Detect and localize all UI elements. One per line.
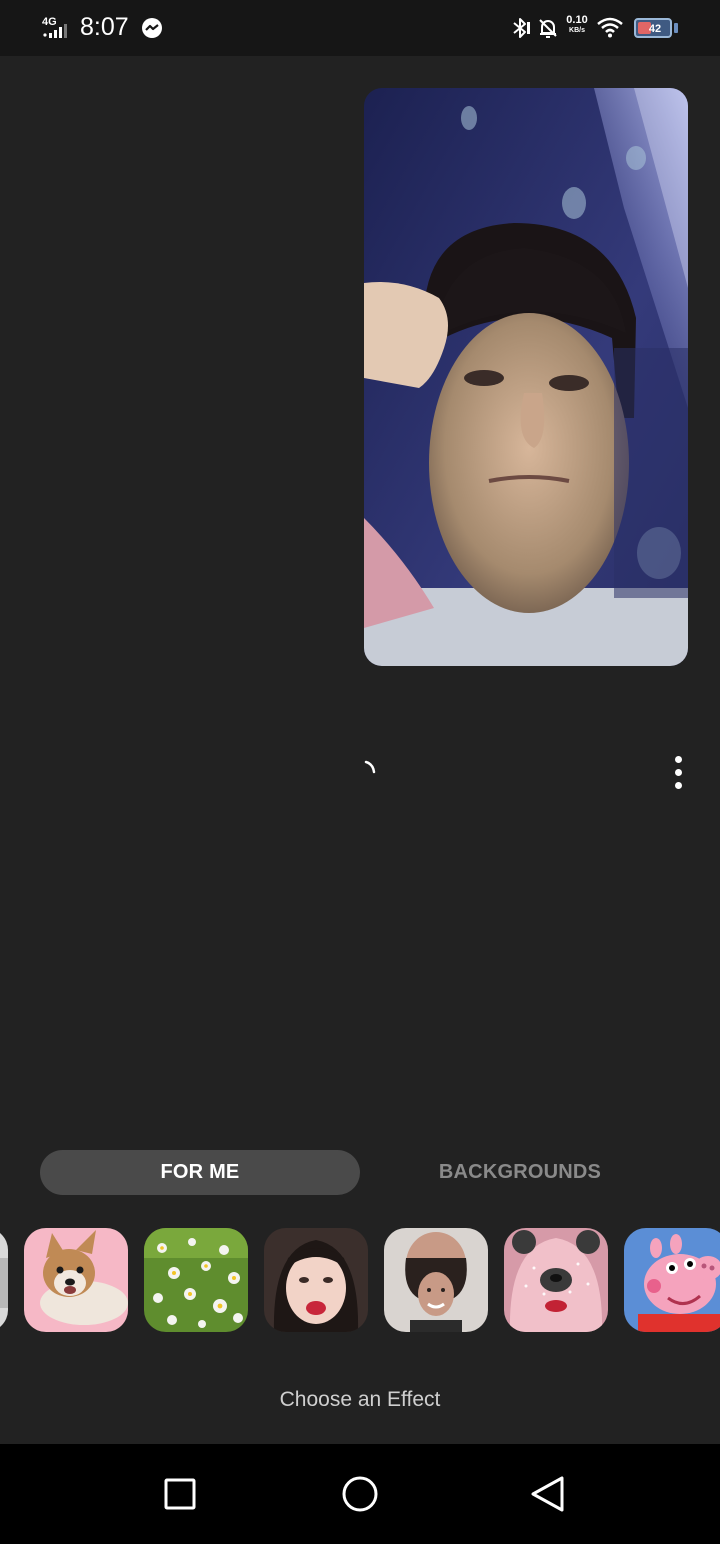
daisy-field-effect-icon [144, 1228, 248, 1332]
battery-body: 42 [634, 18, 672, 38]
network-speed-unit: KB/s [569, 27, 585, 34]
messenger-icon [142, 18, 162, 38]
more-dot-icon [674, 755, 682, 763]
battery-tip [674, 23, 678, 33]
sparkle-bear-effect-icon [504, 1228, 608, 1332]
effect-thumbnail[interactable] [0, 1228, 8, 1332]
cellular-signal: 4G [42, 16, 76, 40]
battery-icon: 42 [634, 18, 678, 38]
battery-level: 42 [648, 23, 662, 35]
effect-thumbnail[interactable] [24, 1228, 128, 1332]
peppa-pig-effect-icon [624, 1228, 720, 1332]
network-speed-value: 0.10 [566, 14, 588, 26]
effects-carousel[interactable] [0, 1228, 720, 1332]
more-dot-icon [674, 781, 682, 789]
recents-square-icon[interactable] [158, 1472, 202, 1516]
loading-spinner-icon [364, 760, 376, 774]
choose-effect-label: Choose an Effect [279, 1388, 441, 1411]
network-speed: 0.10 KB/s [563, 14, 591, 35]
effect-thumbnail[interactable] [264, 1228, 368, 1332]
signal-icon [43, 24, 67, 38]
big-head-effect-icon [384, 1228, 488, 1332]
effect-partial-icon [0, 1228, 8, 1332]
effect-thumbnail[interactable] [384, 1228, 488, 1332]
tab-for-me[interactable]: FOR ME [40, 1150, 360, 1195]
dog-effect-icon [24, 1228, 128, 1332]
wifi-icon [597, 17, 623, 38]
face-filter-effect-icon [264, 1228, 368, 1332]
home-circle-icon[interactable] [338, 1472, 382, 1516]
effect-thumbnail[interactable] [624, 1228, 720, 1332]
self-video-image [364, 88, 688, 666]
more-dot-icon [674, 768, 682, 776]
more-options-button[interactable] [664, 752, 692, 792]
system-navigation-bar [0, 1444, 720, 1544]
clock: 8:07 [80, 13, 129, 41]
back-triangle-icon[interactable] [526, 1472, 570, 1516]
status-bar: 4G 8:07 0.10 KB/s 42 [0, 0, 720, 56]
effect-thumbnail[interactable] [504, 1228, 608, 1332]
effect-thumbnail[interactable] [144, 1228, 248, 1332]
tab-backgrounds[interactable]: BACKGROUNDS [360, 1150, 680, 1195]
bell-off-icon [539, 19, 557, 38]
bluetooth-icon [513, 18, 530, 38]
effect-category-tabs: FOR ME BACKGROUNDS [40, 1150, 680, 1195]
self-video-preview[interactable] [364, 88, 688, 666]
